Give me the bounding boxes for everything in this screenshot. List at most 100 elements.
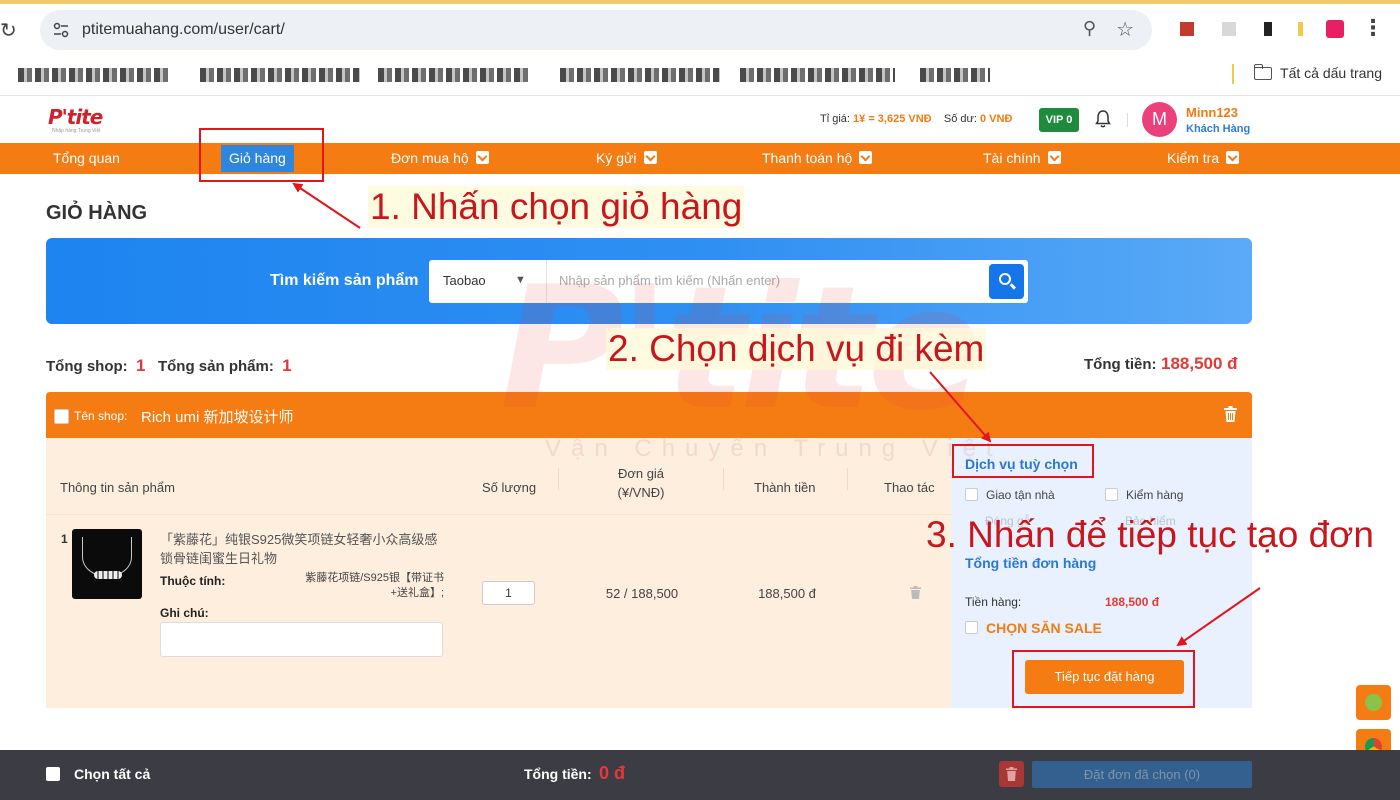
bookmark-item[interactable] — [740, 68, 895, 82]
all-bookmarks-label: Tất cả dấu trang — [1280, 65, 1382, 81]
bookmark-item[interactable] — [560, 68, 720, 82]
option-label: Giao tận nhà — [986, 488, 1055, 502]
annotation-step3: 3. Nhấn để tiếp tục tạo đơn — [926, 514, 1375, 555]
total-money-label: Tổng tiền: — [1084, 356, 1157, 373]
column-header-product: Thông tin sản phẩm — [60, 480, 175, 495]
nav-item-finance[interactable]: Tài chính — [983, 143, 1061, 174]
product-table: Thông tin sản phẩm Số lượng Đơn giá (¥/V… — [46, 438, 951, 708]
nav-label: Thanh toán hộ — [762, 150, 853, 166]
column-divider — [847, 468, 848, 490]
avatar[interactable]: M — [1142, 102, 1177, 137]
shop-checkbox[interactable] — [54, 409, 69, 424]
nav-label: Tài chính — [983, 150, 1041, 166]
bookmark-item[interactable] — [200, 68, 360, 82]
search-box: Taobao ▼ Nhập sản phẩm tìm kiếm (Nhấn en… — [429, 260, 1028, 303]
total-products-value: 1 — [282, 356, 292, 375]
column-divider — [723, 468, 724, 490]
select-all-checkbox[interactable] — [46, 767, 60, 781]
extension-icon[interactable] — [1298, 22, 1303, 36]
sale-hunt-option[interactable]: CHỌN SĂN SALE — [965, 620, 1102, 636]
delete-shop-icon[interactable] — [1224, 406, 1237, 422]
column-header-action: Thao tác — [884, 480, 935, 495]
item-index: 1 — [61, 532, 68, 546]
site-info-icon[interactable] — [52, 21, 70, 39]
home-delivery-checkbox[interactable] — [965, 488, 978, 501]
product-name[interactable]: 「紫藤花」纯银S925微笑项链女轻奢小众高级感锁骨链闺蜜生日礼物 — [160, 530, 450, 568]
folder-icon — [1254, 64, 1273, 80]
chevron-down-icon — [1226, 151, 1240, 164]
zoom-icon[interactable]: ⚲ — [1083, 18, 1096, 39]
reload-icon[interactable]: ↻ — [0, 18, 17, 42]
search-icon — [999, 273, 1011, 285]
address-bar[interactable]: ptitemuahang.com/user/cart/ ⚲ ☆ — [40, 10, 1152, 50]
browser-menu-icon[interactable]: ⋮ — [1362, 16, 1384, 41]
total-products-label: Tổng sản phẩm: — [157, 358, 274, 375]
bookmarks-bar: Tất cả dấu trang — [0, 58, 1400, 96]
total-money-value: 188,500 đ — [1161, 354, 1238, 373]
shop-label: Tên shop: — [74, 409, 128, 423]
username[interactable]: Minn123 — [1186, 105, 1238, 120]
order-selected-button[interactable]: Đặt đơn đã chọn (0) — [1032, 761, 1252, 788]
nav-item-overview[interactable]: Tổng quan — [53, 143, 120, 174]
annotation-step1: 1. Nhấn chọn giỏ hàng — [368, 186, 745, 228]
sale-hunt-label: CHỌN SĂN SALE — [986, 620, 1102, 636]
product-search-panel: Tìm kiếm sản phẩm Taobao ▼ Nhập sản phẩm… — [46, 238, 1252, 324]
attribute-label: Thuộc tính: — [160, 574, 226, 588]
product-image[interactable] — [72, 529, 142, 599]
unit-price-label: Đơn giá — [617, 466, 665, 481]
bookmark-star-icon[interactable]: ☆ — [1116, 17, 1134, 41]
chevron-down-icon — [1047, 151, 1061, 164]
all-bookmarks-button[interactable]: Tất cả dấu trang — [1254, 64, 1382, 81]
search-button[interactable] — [989, 264, 1024, 299]
attribute-value: 紫藤花项链/S925银【带证书+送礼盒】; — [305, 572, 444, 599]
bookmark-item[interactable] — [378, 68, 528, 82]
extension-icon[interactable] — [1222, 22, 1236, 36]
annotation-box-services — [952, 444, 1094, 478]
quantity-input[interactable]: 1 — [482, 581, 535, 605]
annotation-step2: 2. Chọn dịch vụ đi kèm — [606, 328, 987, 370]
rate-label: Tỉ giá: — [820, 113, 850, 125]
extension-icon[interactable] — [1180, 22, 1194, 36]
note-label: Ghi chú: — [160, 606, 209, 620]
delete-selected-button[interactable] — [999, 761, 1024, 787]
shop-header: Tên shop: Rich umi 新加坡设计师 — [46, 392, 1252, 438]
balance-value: 0 VNĐ — [979, 113, 1013, 125]
footer-total-label: Tổng tiền: — [524, 766, 592, 782]
search-input[interactable]: Nhập sản phẩm tìm kiếm (Nhấn enter) — [559, 273, 780, 288]
column-divider — [558, 468, 559, 490]
shop-name[interactable]: Rich umi 新加坡设计师 — [141, 406, 294, 427]
amount-value: 188,500 đ — [758, 586, 816, 601]
select-all-label[interactable]: Chọn tất cả — [74, 766, 150, 782]
bookmark-item[interactable] — [18, 68, 168, 82]
extension-icon[interactable] — [1264, 22, 1272, 36]
site-logo[interactable]: P'tite — [48, 105, 103, 129]
home-delivery-option[interactable]: Giao tận nhà — [965, 488, 1055, 502]
delete-item-icon[interactable] — [910, 586, 921, 599]
url-text[interactable]: ptitemuahang.com/user/cart/ — [82, 21, 285, 39]
nav-item-payment[interactable]: Thanh toán hộ — [762, 143, 873, 174]
nav-item-check[interactable]: Kiểm tra — [1167, 143, 1240, 174]
sale-hunt-checkbox[interactable] — [965, 621, 978, 634]
note-input[interactable] — [160, 622, 443, 657]
platform-value: Taobao — [443, 273, 486, 288]
bookmarks-divider — [1232, 64, 1234, 84]
vip-badge[interactable]: VIP 0 — [1039, 108, 1079, 132]
notification-bell-icon[interactable] — [1095, 109, 1111, 129]
nav-item-purchase-orders[interactable]: Đơn mua hộ — [391, 143, 489, 174]
platform-select[interactable]: Taobao ▼ — [429, 260, 547, 303]
floating-support-button[interactable] — [1356, 685, 1391, 720]
trash-icon — [1006, 767, 1017, 781]
chevron-down-icon — [859, 151, 873, 164]
bookmark-item[interactable] — [920, 68, 990, 82]
user-role: Khách Hàng — [1186, 123, 1251, 135]
annotation-box-cart — [199, 128, 324, 182]
column-header-quantity: Số lượng — [482, 480, 537, 495]
annotation-box-continue — [1012, 650, 1195, 708]
extension-icon[interactable] — [1326, 20, 1344, 38]
nav-item-consignment[interactable]: Ký gửi — [596, 143, 657, 174]
inspection-option[interactable]: Kiểm hàng — [1105, 488, 1183, 502]
column-header-unit-price: Đơn giá (¥/VNĐ) — [586, 464, 696, 502]
tab-strip-accent — [0, 0, 1400, 4]
inspection-checkbox[interactable] — [1105, 488, 1118, 501]
total-shop-label: Tổng shop: — [46, 358, 128, 375]
